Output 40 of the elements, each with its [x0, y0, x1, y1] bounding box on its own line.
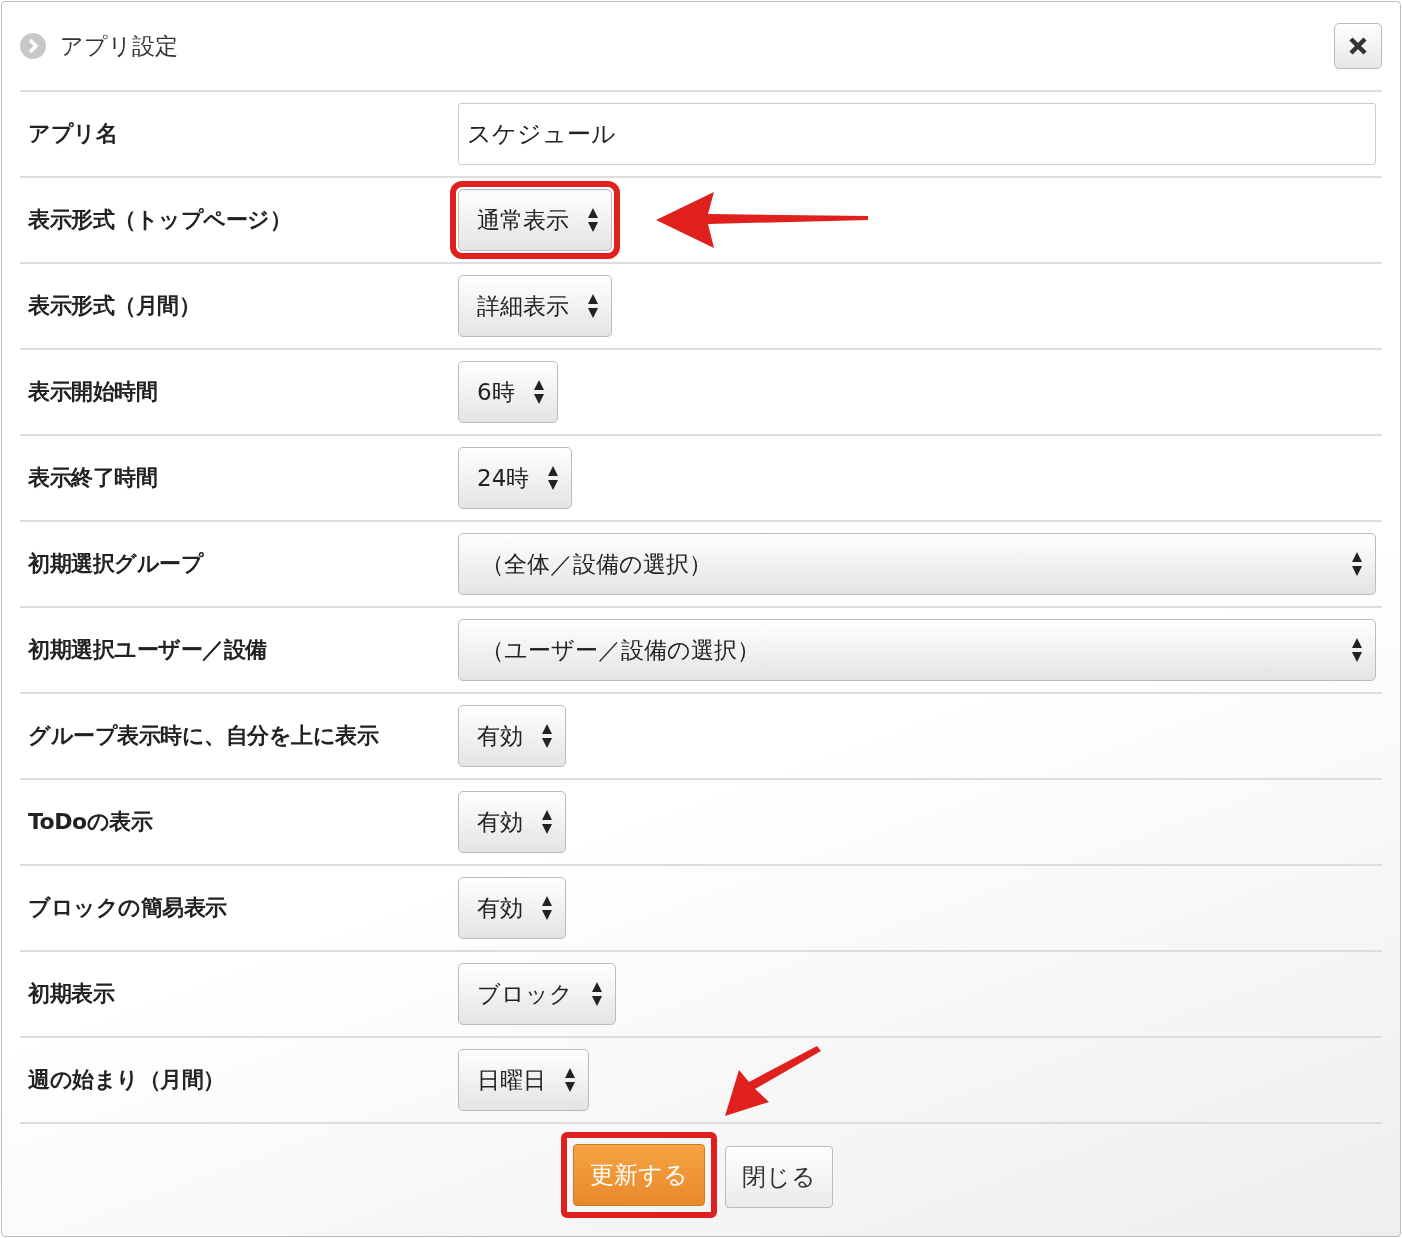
- close-icon: [1347, 35, 1369, 57]
- setting-label: ブロックの簡易表示: [27, 894, 228, 922]
- up-down-arrows-icon: [532, 379, 545, 405]
- setting-label: 表示形式（月間）: [27, 292, 201, 320]
- up-down-arrows-icon: [564, 1067, 576, 1093]
- select-dropdown[interactable]: 日曜日: [458, 1049, 589, 1111]
- select-dropdown[interactable]: 詳細表示: [458, 275, 612, 337]
- up-down-arrows-icon: [1351, 637, 1363, 663]
- close-text-button[interactable]: 閉じる: [725, 1146, 833, 1208]
- select-dropdown[interactable]: 6時: [458, 361, 558, 423]
- chevron-circle-icon: [20, 33, 46, 59]
- select-dropdown[interactable]: 有効: [458, 877, 566, 939]
- app-name-field[interactable]: スケジュール: [458, 103, 1376, 165]
- up-down-arrows-icon: [587, 207, 599, 233]
- select-dropdown[interactable]: （全体／設備の選択）: [458, 533, 1376, 595]
- setting-label: 初期表示: [27, 980, 116, 1008]
- up-down-arrows-icon: [1351, 551, 1363, 577]
- setting-label: 表示形式（トップページ）: [27, 206, 292, 234]
- close-button[interactable]: [1334, 23, 1382, 69]
- setting-label: アプリ名: [27, 120, 118, 148]
- setting-label: ToDoの表示: [27, 808, 154, 836]
- setting-label: 初期選択ユーザー／設備: [27, 636, 268, 664]
- select-dropdown[interactable]: 24時: [458, 447, 573, 509]
- select-dropdown[interactable]: ブロック: [458, 963, 616, 1025]
- select-dropdown[interactable]: （ユーザー／設備の選択）: [458, 619, 1376, 681]
- up-down-arrows-icon: [547, 465, 560, 491]
- dialog-title: アプリ設定: [60, 31, 179, 61]
- setting-label: 初期選択グループ: [27, 550, 205, 578]
- select-dropdown[interactable]: 通常表示: [458, 189, 612, 251]
- up-down-arrows-icon: [541, 723, 553, 749]
- up-down-arrows-icon: [591, 981, 603, 1007]
- select-dropdown[interactable]: 有効: [458, 705, 566, 767]
- up-down-arrows-icon: [541, 809, 553, 835]
- setting-label: 週の始まり（月間）: [27, 1066, 226, 1094]
- up-down-arrows-icon: [541, 895, 553, 921]
- up-down-arrows-icon: [587, 293, 599, 319]
- select-dropdown[interactable]: 有効: [458, 791, 566, 853]
- setting-label: グループ表示時に、自分を上に表示: [27, 722, 380, 750]
- setting-label: 表示終了時間: [27, 464, 158, 492]
- setting-label: 表示開始時間: [27, 378, 158, 406]
